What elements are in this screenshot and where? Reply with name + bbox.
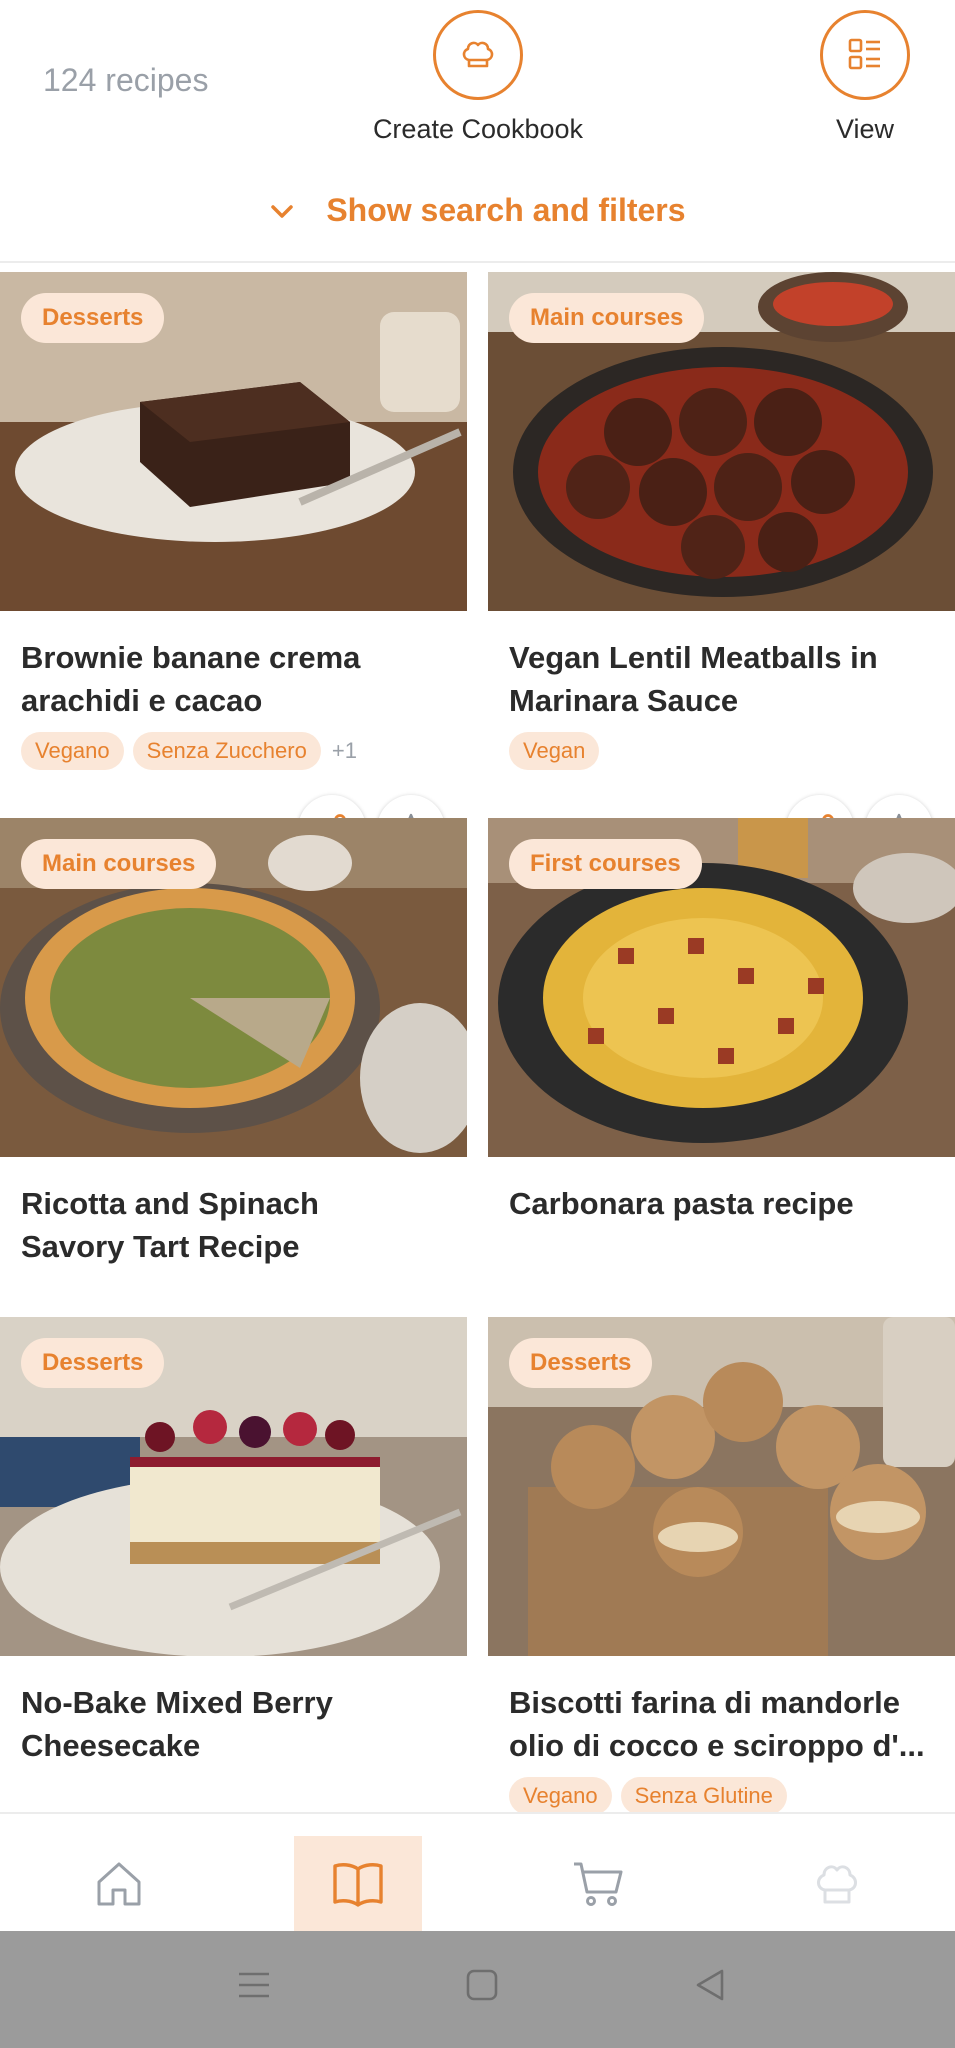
nav-recipes[interactable] bbox=[294, 1836, 422, 1931]
nav-cooking[interactable] bbox=[773, 1836, 901, 1931]
tag-list: Vegan bbox=[509, 732, 608, 770]
category-badge: First courses bbox=[509, 839, 702, 889]
diet-tag: Vegan bbox=[509, 732, 600, 770]
recipe-title[interactable]: Brownie banane crema arachidi e cacao bbox=[21, 636, 461, 722]
menu-icon bbox=[239, 1972, 269, 1998]
recipe-photo: First courses bbox=[488, 818, 955, 1157]
category-badge: Main courses bbox=[21, 839, 217, 889]
more-tags-count: +1 bbox=[331, 738, 357, 763]
recipe-card[interactable]: Desserts Biscotti farina di mandorle oli… bbox=[488, 1317, 955, 1908]
cart-icon bbox=[574, 1862, 623, 1906]
system-back-button[interactable] bbox=[692, 1967, 728, 2008]
recipe-card[interactable]: Main courses Ricotta and Spinach Savory … bbox=[0, 818, 467, 1409]
category-badge: Desserts bbox=[509, 1338, 653, 1388]
tag-list: Vegano Senza Glutine bbox=[509, 1777, 796, 1815]
recipe-card[interactable]: Desserts Brownie banane crema arachidi e… bbox=[0, 272, 467, 863]
diet-tag: Senza Glutine bbox=[620, 1777, 787, 1815]
recipe-photo: Desserts bbox=[0, 272, 467, 611]
diet-tag: Vegano bbox=[509, 1777, 612, 1815]
recipe-card[interactable]: First courses Carbonara pasta recipe bbox=[488, 818, 955, 1409]
recipe-photo: Desserts bbox=[0, 1317, 467, 1656]
back-icon bbox=[696, 1969, 724, 2001]
category-badge: Desserts bbox=[21, 293, 165, 343]
bottom-nav bbox=[0, 1814, 955, 1931]
diet-tag: Senza Zucchero bbox=[132, 732, 321, 770]
book-icon bbox=[333, 1862, 383, 1907]
recipe-photo: Main courses bbox=[0, 818, 467, 1157]
recipe-count: 124 recipes bbox=[43, 62, 209, 98]
recipe-title[interactable]: Vegan Lentil Meatballs in Marinara Sauce bbox=[509, 636, 949, 722]
nav-shopping[interactable] bbox=[534, 1836, 662, 1931]
home-square-icon bbox=[466, 1969, 498, 2001]
system-nav-bar bbox=[0, 1931, 955, 2048]
view-toggle-button[interactable]: View bbox=[810, 10, 920, 145]
recipe-photo: Desserts bbox=[488, 1317, 955, 1656]
divider bbox=[0, 261, 955, 263]
recipe-title[interactable]: Carbonara pasta recipe bbox=[509, 1182, 949, 1225]
recipe-card[interactable]: Main courses Vegan Lentil Meatballs in M… bbox=[488, 272, 955, 863]
create-cookbook-button[interactable]: Create Cookbook bbox=[363, 10, 593, 145]
chevron-down-icon bbox=[269, 192, 295, 229]
view-label: View bbox=[835, 114, 895, 144]
nav-home[interactable] bbox=[55, 1836, 183, 1931]
recipe-title[interactable]: Biscotti farina di mandorle olio di cocc… bbox=[509, 1681, 949, 1767]
recipe-title[interactable]: No-Bake Mixed Berry Cheesecake bbox=[21, 1681, 461, 1767]
chef-hat-icon bbox=[817, 1864, 857, 1903]
recipe-card[interactable]: Desserts No-Bake Mixed Berry Cheesecake bbox=[0, 1317, 467, 1908]
diet-tag: Vegano bbox=[21, 732, 124, 770]
recipe-title[interactable]: Ricotta and Spinach Savory Tart Recipe bbox=[21, 1182, 461, 1268]
system-menu-button[interactable] bbox=[236, 1967, 272, 2008]
recipe-photo: Main courses bbox=[488, 272, 955, 611]
grid-list-icon bbox=[820, 10, 910, 100]
home-icon bbox=[97, 1862, 141, 1905]
tag-list: Vegano Senza Zucchero +1 bbox=[21, 732, 357, 770]
category-badge: Main courses bbox=[509, 293, 705, 343]
filters-toggle-label: Show search and filters bbox=[326, 192, 686, 229]
create-cookbook-label: Create Cookbook bbox=[372, 114, 584, 144]
system-home-button[interactable] bbox=[464, 1967, 500, 2008]
chef-hat-icon bbox=[433, 10, 523, 100]
category-badge: Desserts bbox=[21, 1338, 165, 1388]
show-filters-toggle[interactable]: Show search and filters bbox=[0, 190, 955, 229]
